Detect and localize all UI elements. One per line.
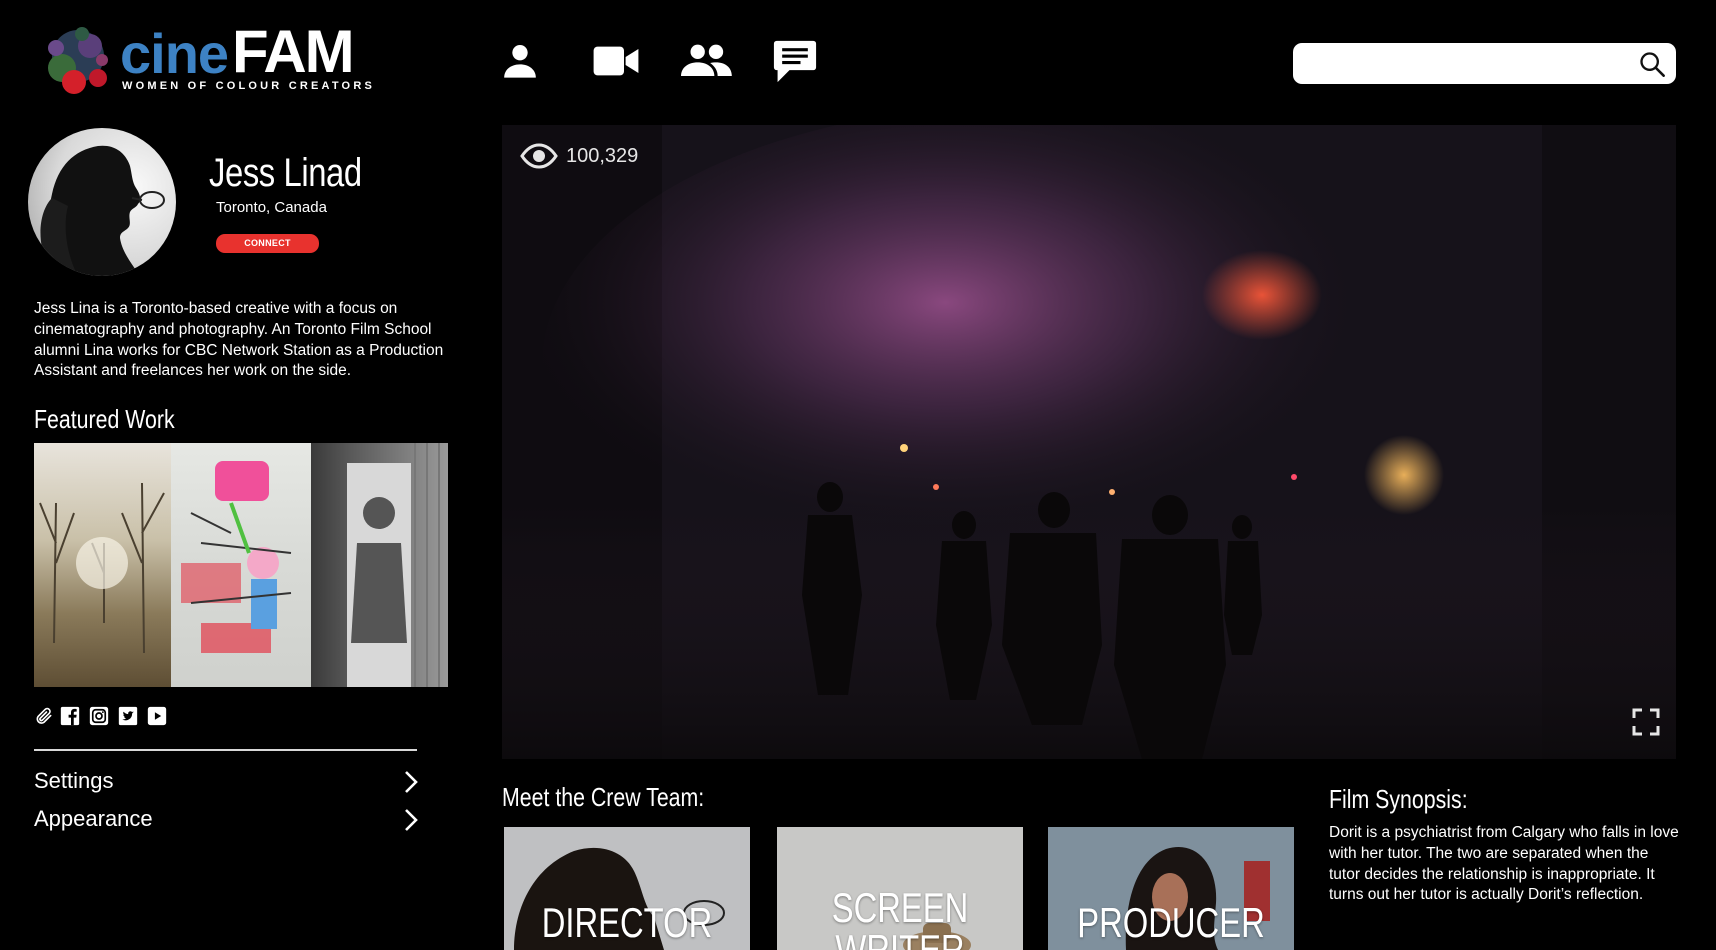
nav-videos[interactable] xyxy=(591,36,641,86)
youtube-link[interactable] xyxy=(147,706,167,726)
featured-image-graffiti[interactable] xyxy=(171,443,311,687)
search-icon[interactable] xyxy=(1638,50,1666,78)
profile-name: Jess Linad xyxy=(209,151,362,195)
nav-community[interactable] xyxy=(678,36,734,86)
street-art-illustration xyxy=(347,443,440,687)
video-camera-icon xyxy=(593,46,639,76)
crew-heading: Meet the Crew Team: xyxy=(502,782,705,812)
youtube-icon xyxy=(147,706,167,726)
attachment-link[interactable] xyxy=(34,706,54,726)
synopsis-heading: Film Synopsis: xyxy=(1329,784,1468,814)
crew-card-label: SCREEN WRITER xyxy=(831,884,969,950)
featured-image-trees[interactable] xyxy=(34,443,171,687)
facebook-icon xyxy=(60,706,80,726)
profile-bio: Jess Lina is a Toronto-based creative wi… xyxy=(34,300,444,380)
view-count: 100,329 xyxy=(520,141,638,171)
chat-icon xyxy=(773,40,817,83)
fullscreen-button[interactable] xyxy=(1632,708,1660,736)
appearance-menu-item[interactable]: Appearance xyxy=(34,804,419,836)
logo-wordmark-fam: FAM xyxy=(232,18,355,85)
logo-splash-graphic xyxy=(48,27,108,94)
graffiti-illustration xyxy=(181,461,292,653)
appearance-label: Appearance xyxy=(34,806,153,831)
crew-card-producer[interactable]: PRODUCER xyxy=(1048,827,1294,950)
nav-profile[interactable] xyxy=(499,36,541,86)
connect-button[interactable]: CONNECT xyxy=(216,234,319,253)
eye-icon xyxy=(520,143,558,169)
logo-wordmark-cine: cine xyxy=(120,22,229,85)
view-count-value: 100,329 xyxy=(566,144,639,167)
crew-card-label: DIRECTOR xyxy=(541,899,713,946)
featured-image-street-art[interactable] xyxy=(311,443,448,687)
crew-card-screenwriter[interactable]: SCREEN WRITER xyxy=(777,827,1023,950)
search-bar xyxy=(1293,43,1676,84)
facebook-link[interactable] xyxy=(60,706,80,726)
crew-card-label: PRODUCER xyxy=(1077,899,1265,946)
settings-menu-item[interactable]: Settings xyxy=(34,766,419,798)
settings-label: Settings xyxy=(34,768,114,793)
trees-illustration xyxy=(39,482,165,654)
chevron-right-icon xyxy=(405,771,418,793)
synopsis-text: Dorit is a psychiatrist from Calgary who… xyxy=(1329,824,1679,904)
logo-tagline: WOMEN OF COLOUR CREATORS xyxy=(122,80,375,92)
twitter-icon xyxy=(118,706,138,726)
instagram-link[interactable] xyxy=(89,706,109,726)
nav-messages[interactable] xyxy=(772,36,818,86)
cinefam-logo[interactable]: cine FAM WOMEN OF COLOUR CREATORS xyxy=(40,18,372,98)
profile-avatar xyxy=(28,128,176,276)
person-icon xyxy=(504,45,536,78)
profile-location: Toronto, Canada xyxy=(216,199,327,216)
featured-work-heading: Featured Work xyxy=(34,404,175,434)
attachment-icon xyxy=(36,707,52,724)
fullscreen-icon xyxy=(1632,708,1660,736)
group-icon xyxy=(681,44,732,76)
instagram-icon xyxy=(89,706,109,726)
video-player[interactable] xyxy=(502,125,1676,759)
chevron-right-icon xyxy=(405,809,418,831)
avatar-silhouette xyxy=(40,145,165,276)
search-input[interactable] xyxy=(1305,49,1629,79)
featured-work-gallery xyxy=(34,443,448,687)
video-frame xyxy=(502,125,1676,759)
twitter-link[interactable] xyxy=(118,706,138,726)
crew-card-director[interactable]: DIRECTOR xyxy=(504,827,750,950)
sidebar-divider xyxy=(34,749,417,751)
